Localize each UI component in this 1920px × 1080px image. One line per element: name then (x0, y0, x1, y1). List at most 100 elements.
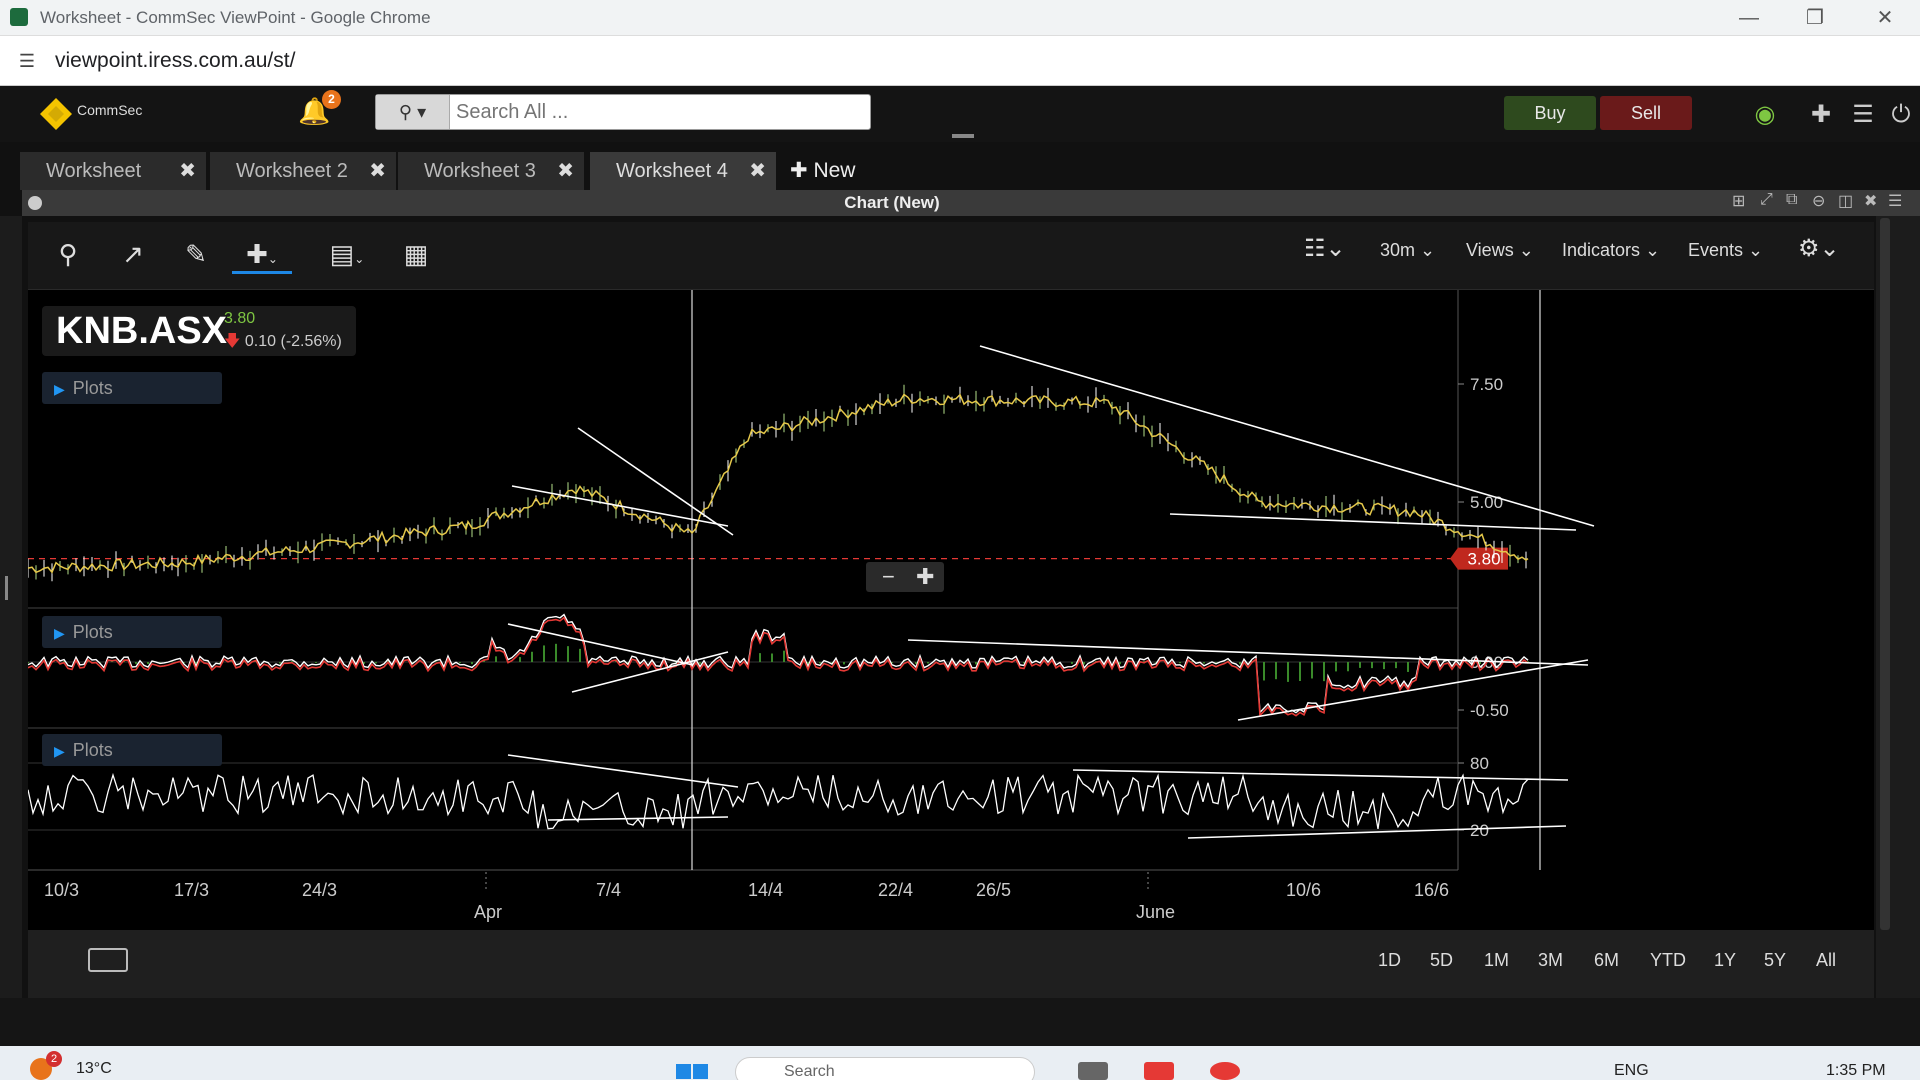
x-major-label: Apr (474, 902, 502, 922)
clock[interactable]: 1:35 PM (1826, 1062, 1886, 1080)
commsec-logo[interactable] (38, 96, 74, 132)
taskbar-search[interactable]: Search (735, 1057, 1035, 1080)
tab-worksheet-2[interactable]: Worksheet 2 ✖ (210, 152, 396, 190)
language-indicator[interactable]: ENG (1614, 1062, 1649, 1080)
chart-canvas[interactable]: 7.50 5.00 0.00 -0.50 80 20 3.80 10/3 17/3 24/3 7/4… (27, 290, 1874, 930)
data-table-icon[interactable]: ▦ (396, 234, 436, 274)
new-tab-button[interactable]: ✚ New (790, 152, 855, 190)
zoom-search-icon[interactable]: ⚲ (48, 234, 88, 274)
lightbulb-icon[interactable]: ◉ (1750, 100, 1780, 130)
window-title: Worksheet - CommSec ViewPoint - Google C… (40, 8, 431, 27)
plots-toggle-osc1[interactable]: ▶ Plots (42, 616, 222, 648)
down-arrow-icon: 🡇 (224, 333, 241, 350)
temperature: 13°C (76, 1060, 112, 1077)
zoom-out-button[interactable]: − (882, 562, 895, 592)
range-3m[interactable]: 3M (1538, 950, 1563, 971)
sell-button[interactable]: Sell (1600, 96, 1692, 130)
expand-triangle-icon: ▶ (54, 743, 65, 759)
range-1y[interactable]: 1Y (1714, 950, 1736, 971)
events-dropdown[interactable]: Events ⌄ (1688, 240, 1763, 261)
close-panel-icon[interactable]: ✖ (1864, 191, 1877, 211)
split-panel-icon[interactable]: ◫ (1838, 191, 1853, 211)
range-1m[interactable]: 1M (1484, 950, 1509, 971)
range-bar: 1D 5D 1M 3M 6M YTD 1Y 5Y All (28, 930, 1874, 998)
tab-worksheet-3[interactable]: Worksheet 3 ✖ (398, 152, 584, 190)
commsec-app-icon (10, 8, 28, 26)
range-5y[interactable]: 5Y (1764, 950, 1786, 971)
search-input[interactable] (456, 99, 856, 125)
panel-resize-grip[interactable] (952, 134, 974, 138)
panel-footer (0, 998, 1920, 1046)
menu-icon[interactable]: ☰ (1848, 100, 1878, 130)
buy-button[interactable]: Buy (1504, 96, 1596, 130)
price-axis-label: 7.50 (1470, 375, 1503, 394)
taskview-icon[interactable] (1078, 1062, 1108, 1080)
plots-toggle-osc2[interactable]: ▶ Plots (42, 734, 222, 766)
add-panel-icon[interactable]: ✚ (1806, 100, 1836, 130)
chart-svg[interactable]: 7.505.000.00-0.5080203.8010/3 17/3 24/3 7/4… (27, 290, 1874, 930)
site-settings-icon[interactable]: ☰ (14, 48, 40, 74)
expand-icon[interactable]: ⤢ (1760, 191, 1773, 209)
panel-title: Chart (New) (844, 193, 940, 212)
annotation-icon[interactable]: ▤⌄ (320, 234, 374, 274)
tab-worksheet-4[interactable]: Worksheet 4 ✖ (590, 152, 776, 190)
tab-label: Worksheet 4 (616, 160, 728, 182)
url-field[interactable]: viewpoint.iress.com.au/st/ (55, 49, 295, 73)
expand-triangle-icon: ▶ (54, 381, 65, 397)
trendline-tool-icon[interactable]: ↗ (108, 234, 158, 274)
range-ytd[interactable]: YTD (1650, 950, 1686, 971)
minimize-icon[interactable]: — (1724, 4, 1774, 32)
chart-settings-gear-icon[interactable]: ⚙⌄ (1798, 234, 1840, 263)
range-1d[interactable]: 1D (1378, 950, 1401, 971)
trendline (1237, 659, 1589, 721)
panel-menu-icon[interactable]: ☰ (1888, 191, 1902, 211)
plots-toggle-price[interactable]: ▶ Plots (42, 372, 222, 404)
close-tab-icon[interactable]: ✖ (749, 152, 766, 190)
crosshair-icon[interactable]: ✚⌄ (232, 234, 292, 274)
close-tab-icon[interactable]: ✖ (179, 152, 196, 190)
logo-text: CommSec (77, 102, 143, 118)
x-tick-label: 22/4 (878, 880, 913, 900)
chrome-icon[interactable] (1210, 1062, 1240, 1080)
tab-label: Worksheet (46, 160, 142, 182)
trendline (507, 754, 739, 788)
tab-worksheet-1[interactable]: Worksheet ✖ (20, 152, 206, 190)
x-tick-label: 7/4 (596, 880, 621, 900)
weather-badge: 2 (46, 1051, 62, 1067)
indicators-label: Indicators (1562, 240, 1641, 260)
power-icon[interactable]: ⏻ (1886, 100, 1916, 130)
x-tick-label: 16/6 (1414, 880, 1449, 900)
popout-icon[interactable]: ⧉ (1786, 191, 1797, 209)
new-tab-label: New (813, 159, 856, 182)
close-window-icon[interactable]: ✕ (1860, 4, 1910, 32)
restore-icon[interactable]: ❐ (1790, 4, 1840, 32)
range-all[interactable]: All (1816, 950, 1836, 971)
osc1-axis-label: -0.50 (1470, 701, 1509, 720)
osc2-axis-label: 20 (1470, 821, 1489, 840)
indicators-dropdown[interactable]: Indicators ⌄ (1562, 240, 1660, 261)
search-icon: ⚲ (398, 102, 413, 122)
chart-type-icon[interactable]: ☷⌄ (1304, 234, 1346, 263)
range-6m[interactable]: 6M (1594, 950, 1619, 971)
price-change-value: 0.10 (-2.56%) (244, 333, 342, 350)
add-icon[interactable]: ⊞ (1732, 191, 1745, 211)
panel-scrollbar[interactable] (1880, 218, 1890, 930)
ticker-symbol[interactable]: KNB.ASX (56, 310, 227, 353)
views-dropdown[interactable]: Views ⌄ (1466, 240, 1534, 261)
start-windows-icon[interactable] (676, 1064, 708, 1080)
zoom-in-button[interactable]: ✚ (916, 562, 934, 592)
keyboard-icon[interactable] (88, 948, 128, 972)
draw-pencil-icon[interactable]: ✎ (176, 234, 216, 274)
trendline (1072, 769, 1569, 781)
close-tab-icon[interactable]: ✖ (369, 152, 386, 190)
search-type-dropdown[interactable]: ⚲ ▾ (376, 95, 450, 129)
range-5d[interactable]: 5D (1430, 950, 1453, 971)
interval-dropdown[interactable]: 30m ⌄ (1380, 240, 1435, 261)
minimize-panel-icon[interactable]: ⊖ (1812, 191, 1825, 211)
resize-handle[interactable] (5, 576, 8, 600)
browser-titlebar: Worksheet - CommSec ViewPoint - Google C… (0, 0, 1920, 36)
app-header: CommSec 🔔 2 ⚲ ▾ Buy Sell ◉ ✚ ☰ ⏻ (0, 86, 1920, 142)
trendline (507, 623, 694, 666)
close-tab-icon[interactable]: ✖ (557, 152, 574, 190)
taskbar-app-icon[interactable] (1144, 1062, 1174, 1080)
